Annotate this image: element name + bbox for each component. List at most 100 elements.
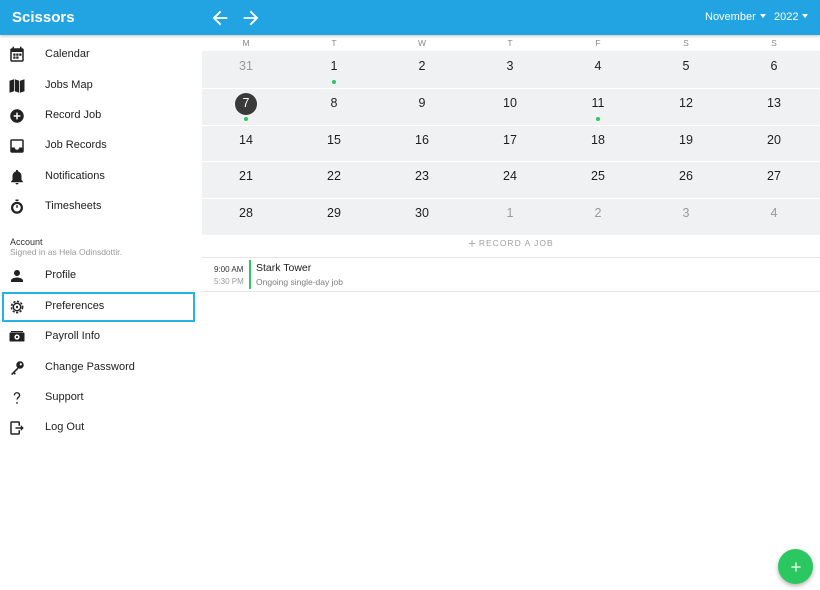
calendar-day-cell[interactable]: 12 [642, 88, 730, 124]
plus-circle-icon [8, 107, 26, 125]
calendar-day-cell[interactable]: 20 [730, 125, 818, 161]
calendar-day-cell[interactable]: 9 [378, 88, 466, 124]
weekday-label: W [417, 38, 427, 48]
calendar-day-cell[interactable]: 14 [202, 125, 290, 161]
calendar-day-cell[interactable]: 10 [466, 88, 554, 124]
day-number: 19 [679, 132, 693, 147]
calendar-day-cell[interactable]: 2 [378, 51, 466, 87]
calendar-day-cell[interactable]: 4 [554, 51, 642, 87]
add-fab-button[interactable] [778, 549, 813, 584]
calendar-day-cell[interactable]: 18 [554, 125, 642, 161]
sidebar-item-label: Log Out [45, 421, 85, 433]
calendar-day-cell[interactable]: 3 [466, 51, 554, 87]
sidebar-item-preferences[interactable]: Preferences [2, 292, 195, 322]
calendar-day-cell[interactable]: 23 [378, 161, 466, 197]
calendar-day-cell[interactable]: 11 [554, 88, 642, 124]
calendar-day-cell[interactable]: 24 [466, 161, 554, 197]
calendar-day-cell[interactable]: 22 [290, 161, 378, 197]
calendar-day-cell[interactable]: 28 [202, 198, 290, 234]
day-number: 6 [770, 59, 778, 73]
calendar-day-cell[interactable]: 5 [642, 51, 730, 87]
day-number: 9 [418, 95, 426, 110]
sidebar-item-jobs-map[interactable]: Jobs Map [2, 71, 195, 101]
money-icon [8, 328, 26, 346]
calendar-day-cell[interactable]: 29 [290, 198, 378, 234]
calendar-day-cell[interactable]: 21 [202, 161, 290, 197]
sidebar-item-support[interactable]: Support [2, 383, 195, 413]
calendar-icon [8, 46, 26, 64]
day-number: 26 [679, 169, 693, 184]
sidebar-item-profile[interactable]: Profile [2, 261, 195, 291]
event-start-time: 9:00 AM [214, 265, 244, 274]
day-number: 2 [418, 59, 426, 73]
caret-down-icon [759, 14, 766, 19]
sidebar-item-payroll-info[interactable]: Payroll Info [2, 322, 195, 352]
record-a-job-label: RECORD A JOB [478, 237, 554, 248]
weekday-label: M [242, 38, 250, 48]
inbox-icon [8, 137, 26, 155]
plus-icon [790, 561, 801, 572]
calendar-day-cell[interactable]: 7 [202, 88, 290, 124]
calendar-day-cell[interactable]: 15 [290, 125, 378, 161]
calendar-day-cell[interactable]: 26 [642, 161, 730, 197]
sidebar-item-notifications[interactable]: Notifications [2, 162, 195, 192]
person-icon [8, 267, 26, 285]
calendar-day-cell[interactable]: 16 [378, 125, 466, 161]
sidebar-item-timesheets[interactable]: Timesheets [2, 192, 195, 222]
calendar-day-cell[interactable]: 8 [290, 88, 378, 124]
sidebar-item-calendar[interactable]: Calendar [2, 40, 195, 70]
calendar-day-cell[interactable]: 19 [642, 125, 730, 161]
sidebar-item-label: Job Records [45, 139, 107, 151]
day-number: 31 [239, 59, 253, 73]
calendar-day-cell[interactable]: 30 [378, 198, 466, 234]
weekday-label: F [595, 38, 601, 48]
calendar-day-cell[interactable]: 13 [730, 88, 818, 124]
calendar-day-cell[interactable]: 31 [202, 51, 290, 87]
signed-in-text: Signed in as Hela Odinsdottir. [10, 247, 122, 257]
event-end-time: 5:30 PM [214, 277, 244, 286]
day-number: 1 [506, 206, 514, 221]
calendar-day-cell[interactable]: 25 [554, 161, 642, 197]
sidebar-item-label: Payroll Info [45, 330, 101, 342]
month-calendar: M T W T F S S 31 1 2 3 4 5 6 7 8 9 10 11 12 13 14 15 16 1… [202, 35, 820, 235]
sidebar-item-record-job[interactable]: Record Job [2, 101, 195, 131]
day-number: 15 [327, 132, 341, 147]
day-number: 30 [415, 206, 429, 221]
day-number: 23 [415, 169, 429, 184]
sidebar-item-label: Jobs Map [45, 79, 93, 91]
day-number: 13 [767, 95, 781, 110]
day-number: 29 [327, 206, 341, 221]
record-a-job-button[interactable]: + RECORD A JOB [202, 234, 820, 258]
calendar-day-cell[interactable]: 27 [730, 161, 818, 197]
year-dropdown[interactable]: 2022 [774, 11, 809, 23]
day-number: 3 [506, 59, 514, 73]
calendar-day-cell[interactable]: 17 [466, 125, 554, 161]
day-number: 3 [682, 206, 690, 221]
calendar-day-cell[interactable]: 2 [554, 198, 642, 234]
app-title: Scissors [12, 9, 75, 26]
sidebar-item-label: Preferences [45, 300, 105, 312]
event-item[interactable]: 9:00 AM 5:30 PM Stark Tower Ongoing sing… [202, 258, 820, 292]
event-subtitle: Ongoing single-day job [256, 277, 343, 287]
calendar-day-cell[interactable]: 1 [466, 198, 554, 234]
month-dropdown[interactable]: November [705, 11, 766, 23]
calendar-day-cell[interactable]: 4 [730, 198, 818, 234]
day-number: 1 [330, 59, 338, 73]
calendar-day-cell[interactable]: 3 [642, 198, 730, 234]
calendar-day-cell[interactable]: 1 [290, 51, 378, 87]
day-number: 11 [591, 95, 605, 110]
sidebar-item-label: Change Password [45, 361, 135, 373]
sidebar-item-label: Timesheets [45, 200, 102, 212]
sidebar-item-log-out[interactable]: Log Out [2, 413, 195, 443]
sidebar-item-job-records[interactable]: Job Records [2, 131, 195, 161]
next-month-button[interactable] [240, 7, 262, 29]
day-number: 22 [327, 169, 341, 184]
day-number: 7 [242, 95, 250, 110]
day-number: 2 [594, 206, 602, 221]
sidebar-item-change-password[interactable]: Change Password [2, 353, 195, 383]
year-value: 2022 [774, 11, 799, 23]
map-icon [8, 77, 26, 95]
bell-icon [8, 168, 26, 186]
calendar-day-cell[interactable]: 6 [730, 51, 818, 87]
previous-month-button[interactable] [209, 7, 231, 29]
